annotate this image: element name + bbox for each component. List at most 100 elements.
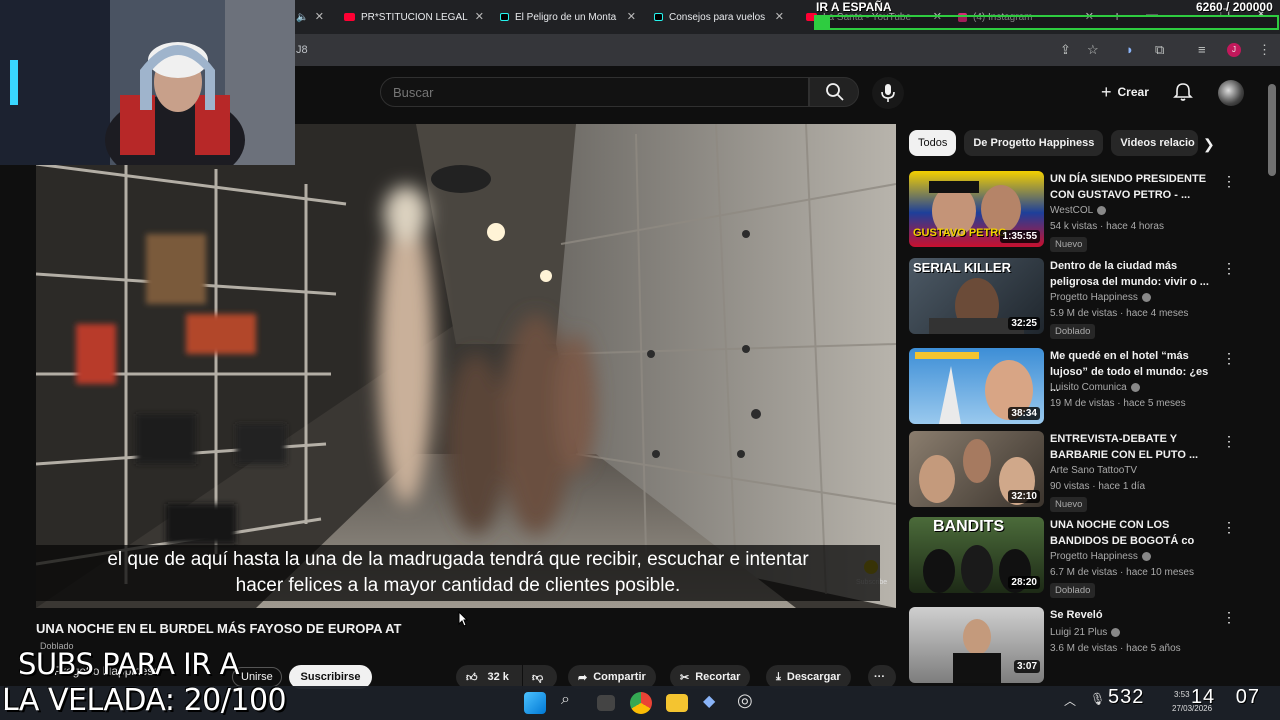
more-vertical-icon[interactable]: ⋮ [1222, 519, 1236, 536]
badge: Nuevo [1050, 237, 1088, 252]
video-player[interactable]: Subscribe [36, 124, 896, 608]
recommendation-item[interactable]: SERIAL KILLER 32:25 Dentro de la ciudad … [909, 258, 1239, 339]
badge: Doblado [1050, 583, 1096, 598]
notifications-bell-icon[interactable] [1173, 82, 1193, 102]
tab-label: El Peligro de un Monta [515, 11, 617, 23]
tab-1[interactable]: PR*STITUCION LEGAL ✕ [344, 6, 484, 28]
recommendation-title[interactable]: Dentro de la ciudad más peligrosa del mu… [1050, 258, 1215, 290]
more-horizontal-icon: ··· [874, 671, 885, 683]
recommendation-title[interactable]: Se Reveló [1050, 607, 1215, 623]
more-vertical-icon[interactable]: ⋮ [1222, 350, 1236, 367]
close-tab-icon[interactable]: ✕ [775, 10, 784, 23]
video-thumbnail[interactable]: BANDITS 28:20 [909, 517, 1044, 593]
recommendation-item[interactable]: BANDITS 28:20 UNA NOCHE CON LOS BANDIDOS… [909, 517, 1239, 598]
verified-icon [1141, 292, 1151, 302]
video-title: UNA NOCHE EN EL BURDEL MÁS FAYOSO DE EUR… [36, 621, 402, 636]
more-vertical-icon[interactable]: ⋮ [1222, 433, 1236, 450]
obs-icon[interactable]: ◎ [737, 690, 753, 711]
thumbnail-text: GUSTAVO PETRO [913, 227, 1007, 239]
file-explorer-icon[interactable] [666, 694, 688, 712]
video-frame [36, 124, 896, 608]
more-vertical-icon[interactable]: ⋮ [1222, 260, 1236, 277]
verified-icon [1130, 382, 1140, 392]
profile-icon[interactable]: J [1227, 43, 1241, 57]
chevron-right-icon[interactable]: ❯ [1203, 136, 1215, 153]
recommendation-title[interactable]: UN DÍA SIENDO PRESIDENTE CON GUSTAVO PET… [1050, 171, 1215, 203]
search-box [380, 77, 809, 107]
share-icon: ➦ [578, 671, 588, 684]
chip-related[interactable]: Videos relacio [1111, 130, 1199, 156]
taskbar-clock[interactable]: 3:53 [1174, 690, 1190, 699]
video-caption: el que de aquí hasta la una de la madrug… [36, 545, 880, 601]
video-thumbnail[interactable]: 38:34 [909, 348, 1044, 424]
recommendation-meta: 90 vistas · hace 1 día [1050, 481, 1146, 492]
windows-start-icon[interactable] [524, 692, 546, 714]
search-input[interactable] [393, 85, 793, 100]
app-icon[interactable]: ◆ [703, 691, 715, 711]
recommendation-item[interactable]: 3:07 Se Reveló Luigi 21 Plus 3.6 M de vi… [909, 607, 1239, 683]
verified-icon [1111, 627, 1121, 637]
scrollbar[interactable] [1268, 84, 1276, 176]
recommendation-channel[interactable]: WestCOL [1050, 205, 1107, 216]
thumbnail-text: SERIAL KILLER [913, 260, 1011, 275]
menu-dots-icon[interactable]: ⋮ [1258, 42, 1271, 58]
video-duration: 28:20 [1008, 576, 1040, 589]
tab-3[interactable]: Consejos para vuelos ✕ [654, 6, 784, 28]
recommendation-channel[interactable]: Progetto Happiness [1050, 292, 1151, 303]
install-icon[interactable]: ⇪ [1060, 42, 1071, 58]
extension-icon[interactable]: ◗ [1126, 42, 1134, 57]
close-tab-icon[interactable]: ✕ [315, 10, 324, 23]
chevron-up-icon[interactable]: ︿ [1064, 692, 1076, 709]
plus-icon: + [1101, 81, 1112, 102]
mic-tray-icon[interactable]: 🎙︎ [1090, 692, 1105, 706]
media-icon[interactable]: ≡ [1198, 42, 1206, 57]
chip-all[interactable]: Todos [909, 130, 957, 156]
filter-chips: Todos De Progetto Happiness Videos relac… [909, 130, 1199, 156]
recommendation-title[interactable]: UNA NOCHE CON LOS BANDIDOS DE BOGOTÁ co [1050, 517, 1215, 549]
create-button[interactable]: + Crear [1095, 78, 1155, 106]
video-thumbnail[interactable]: 3:07 [909, 607, 1044, 683]
create-label: Crear [1117, 85, 1149, 99]
more-vertical-icon[interactable]: ⋮ [1222, 609, 1236, 626]
like-count: 32 k [487, 671, 509, 683]
bookmark-star-icon[interactable]: ☆ [1087, 42, 1099, 58]
thumbs-down-icon: 👎︎ [532, 671, 544, 684]
subscriber-goal-counter: 6260 / 200000 [1196, 0, 1273, 14]
avatar[interactable] [1218, 80, 1244, 106]
search-icon[interactable]: ⌕ [561, 691, 570, 709]
search-button[interactable] [809, 77, 859, 107]
puzzle-icon[interactable]: ⧉ [1155, 42, 1164, 58]
recommendation-channel[interactable]: Luisito Comunica [1050, 382, 1140, 393]
mouse-cursor-icon [458, 611, 468, 627]
video-thumbnail[interactable]: 32:10 [909, 431, 1044, 507]
tab-audio[interactable]: 🔈 ✕ [296, 6, 326, 28]
video-thumbnail[interactable]: GUSTAVO PETRO 1:35:55 [909, 171, 1044, 247]
recommendation-item[interactable]: 38:34 Me quedé en el hotel “más lujoso” … [909, 348, 1239, 426]
tab-label: PR*STITUCION LEGAL [361, 11, 468, 23]
clip-label: Recortar [695, 671, 741, 683]
recommendation-channel[interactable]: Luigi 21 Plus [1050, 627, 1121, 638]
chip-channel[interactable]: De Progetto Happiness [964, 130, 1104, 156]
subs-goal-overlay: SUBS PARA IR A [18, 647, 239, 681]
recommendation-item[interactable]: GUSTAVO PETRO 1:35:55 UN DÍA SIENDO PRES… [909, 171, 1239, 252]
channel-label: WestCOL [1050, 205, 1094, 216]
tab-label: Consejos para vuelos [669, 11, 766, 23]
close-tab-icon[interactable]: ✕ [475, 10, 484, 23]
scissors-icon: ✂ [680, 671, 690, 684]
recommendation-meta: 54 k vistas · hace 4 horas [1050, 221, 1164, 232]
chrome-icon[interactable] [630, 692, 652, 714]
recommendation-meta: 19 M de vistas · hace 5 meses [1050, 398, 1186, 409]
close-tab-icon[interactable]: ✕ [627, 10, 636, 23]
video-thumbnail[interactable]: SERIAL KILLER 32:25 [909, 258, 1044, 334]
taskbar-date[interactable]: 27/03/2026 [1172, 704, 1212, 713]
voice-search-button[interactable] [872, 77, 904, 109]
more-vertical-icon[interactable]: ⋮ [1222, 173, 1236, 190]
recommendation-channel[interactable]: Progetto Happiness [1050, 551, 1151, 562]
channel-label: Progetto Happiness [1050, 551, 1138, 562]
tab-2[interactable]: El Peligro de un Monta ✕ [500, 6, 636, 28]
recommendation-title[interactable]: ENTREVISTA-DEBATE Y BARBARIE CON EL PUTO… [1050, 431, 1215, 463]
address-bar[interactable]: J8 [296, 44, 308, 56]
recommendation-item[interactable]: 32:10 ENTREVISTA-DEBATE Y BARBARIE CON E… [909, 431, 1239, 512]
task-view-icon[interactable] [597, 695, 615, 711]
recommendation-channel[interactable]: Arte Sano TattooTV [1050, 465, 1137, 476]
